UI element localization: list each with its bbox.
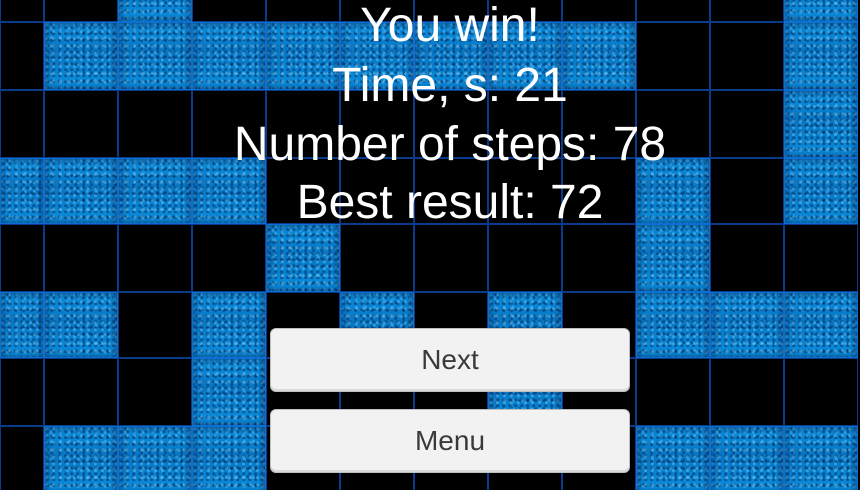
next-button[interactable]: Next bbox=[270, 328, 630, 392]
time-result: Time, s: 21 bbox=[332, 59, 568, 112]
steps-result: Number of steps: 78 bbox=[233, 118, 667, 171]
win-overlay: You win! Time, s: 21 Number of steps: 78… bbox=[0, 0, 860, 490]
game-screen: You win! Time, s: 21 Number of steps: 78… bbox=[0, 0, 860, 490]
best-result: Best result: 72 bbox=[296, 176, 604, 229]
menu-button[interactable]: Menu bbox=[270, 409, 630, 473]
win-title: You win! bbox=[360, 0, 540, 52]
